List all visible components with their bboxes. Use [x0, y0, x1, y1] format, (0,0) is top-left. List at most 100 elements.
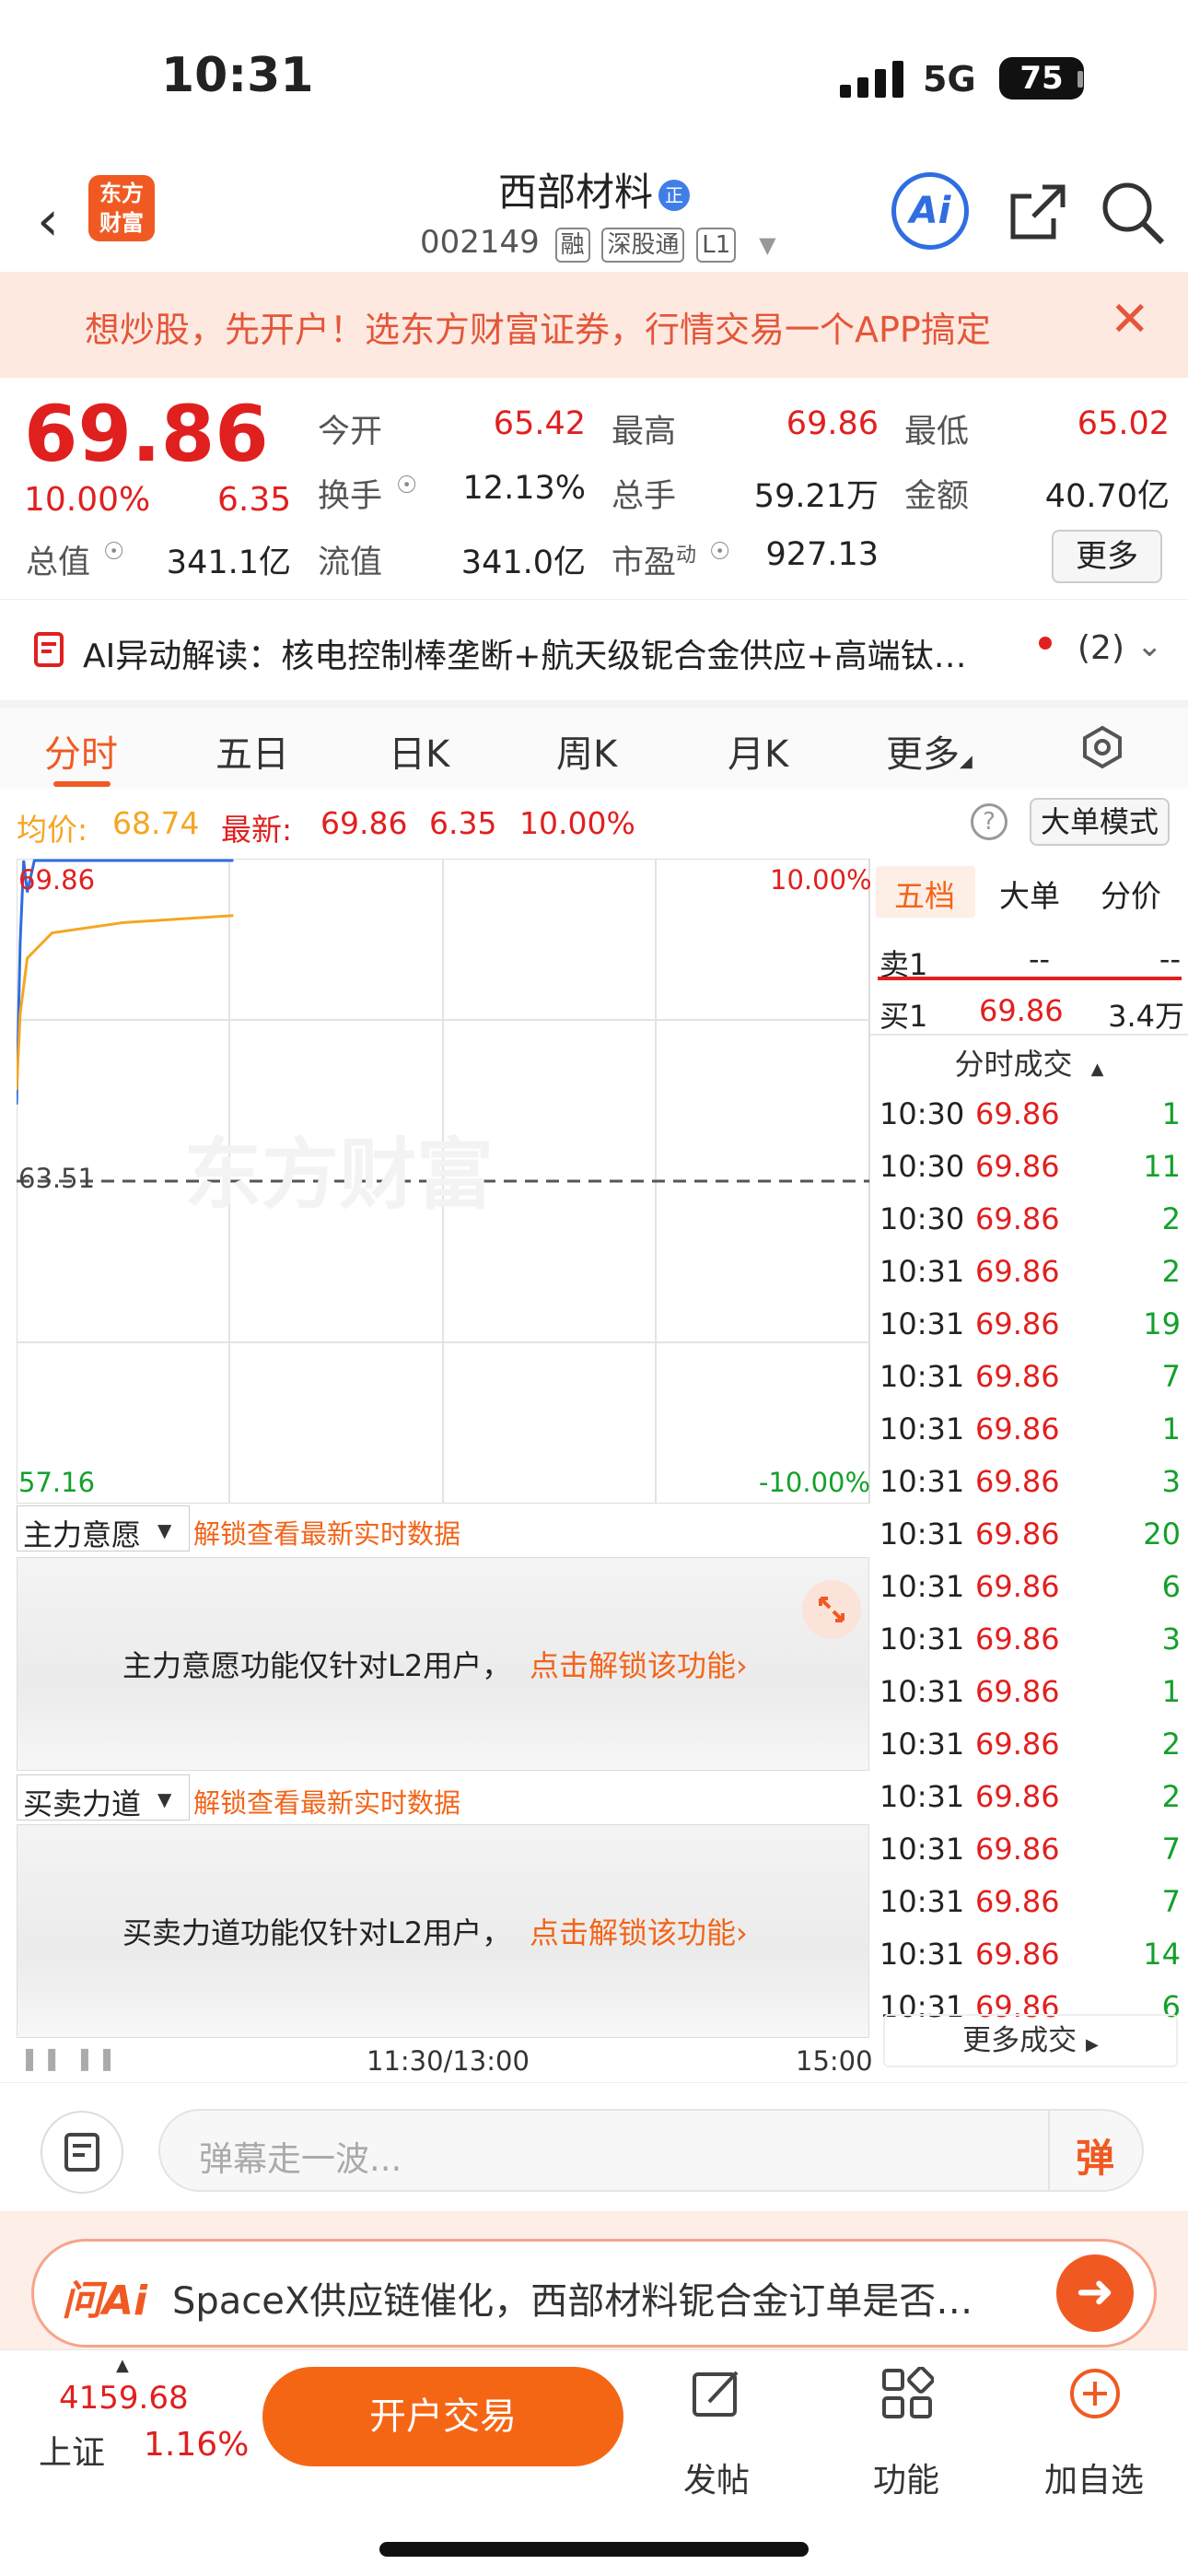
expand-icon[interactable]	[802, 1580, 861, 1639]
x-end-label: 15:00	[796, 2045, 873, 2077]
info-icon[interactable]: ☉	[709, 538, 730, 566]
tick-time: 10:31	[879, 1622, 965, 1657]
more-ticks-button[interactable]: 更多成交 ▶	[883, 2014, 1178, 2067]
tab-big-orders[interactable]: 大单	[999, 872, 1060, 916]
buy-1-price: 69.86	[979, 993, 1064, 1028]
unlock-link[interactable]: 解锁查看最新实时数据	[193, 1513, 460, 1551]
tick-time: 10:31	[879, 1306, 965, 1341]
y-mid-label: 63.51	[18, 1163, 96, 1194]
ai-insight-text: AI异动解读：核电控制棒垄断+航天级铌合金供应+高端钛…	[83, 638, 967, 675]
tab-price-distribution[interactable]: 分价	[1101, 872, 1161, 916]
stock-header: ‹ 东方 财富 西部材料正 002149 融 深股通 L1 ▼ Ai	[0, 161, 1188, 272]
bottom-bar: ▲ 4159.68 上证 1.16% 开户交易 发帖 功能 加自选	[0, 2349, 1188, 2576]
volume-label: 总手	[611, 478, 677, 515]
tab-more[interactable]: 更多◢	[886, 724, 973, 778]
unlock-link[interactable]: 解锁查看最新实时数据	[193, 1782, 460, 1821]
arrow-right-icon[interactable]: ➜	[1056, 2254, 1134, 2332]
turnover-value: 12.13%	[462, 470, 586, 507]
ai-insight-count: (2)	[1077, 629, 1124, 667]
more-button[interactable]: 更多	[1052, 530, 1162, 583]
tab-weekly-k[interactable]: 周K	[556, 724, 617, 778]
tick-row: 10:31 69.86 3	[870, 1612, 1188, 1665]
stock-subline[interactable]: 002149 融 深股通 L1 ▼	[420, 224, 776, 263]
x-mid-label: 11:30/13:00	[367, 2045, 530, 2077]
tab-intraday[interactable]: 分时	[44, 724, 118, 778]
index-ticker[interactable]: 4159.68 上证 1.16%	[0, 2369, 249, 2479]
tick-row: 10:31 69.86 2	[870, 1770, 1188, 1822]
big-order-mode-button[interactable]: 大单模式	[1030, 798, 1170, 846]
promo-banner[interactable]: 想炒股，先开户！选东方财富证券，行情交易一个APP搞定 ✕	[0, 272, 1188, 378]
unlock-cta[interactable]: 点击解锁该功能›	[530, 1910, 748, 1952]
pause-icon[interactable]: ❚❚ ❚❚	[20, 2045, 120, 2071]
ask-ai-bar: 问Ai SpaceX供应链催化，西部材料铌合金订单是否… ➜	[0, 2211, 1188, 2349]
close-icon[interactable]: ✕	[1110, 292, 1150, 347]
home-indicator[interactable]	[379, 2542, 809, 2557]
buy-sell-panel: 买卖力道 ▼ 解锁查看最新实时数据 买卖力道功能仅针对L2用户， 点击解锁该功能…	[17, 1771, 870, 2038]
tick-volume: 6	[1161, 1569, 1181, 1604]
comment-bar: 弹幕走一波... 弹	[0, 2082, 1188, 2211]
tab-monthly-k[interactable]: 月K	[728, 724, 788, 778]
tick-row: 10:31 69.86 7	[870, 1822, 1188, 1875]
tick-volume: 2	[1161, 1779, 1181, 1814]
tick-row: 10:30 69.86 2	[870, 1192, 1188, 1245]
function-button[interactable]: 功能	[851, 2359, 961, 2500]
help-icon[interactable]: ?	[971, 803, 1007, 840]
tick-price: 69.86	[975, 1149, 1060, 1184]
ticks-header[interactable]: 分时成交 ▲	[870, 1034, 1188, 1083]
notes-icon[interactable]	[41, 2111, 123, 2194]
ai-insight-row[interactable]: AI异动解读：核电控制棒垄断+航天级铌合金供应+高端钛… (2) ⌄	[0, 599, 1188, 700]
tick-price: 69.86	[975, 1674, 1060, 1709]
info-icon[interactable]: ☉	[103, 538, 124, 566]
network-label: 5G	[923, 59, 976, 100]
amount-label: 金额	[904, 478, 970, 515]
tick-volume: 14	[1143, 1937, 1181, 1972]
tag-connect: 深股通	[601, 228, 685, 263]
intraday-chart[interactable]: 东方财富 69.86 10.00% 63.51 57.16 -10.00%	[17, 859, 872, 1504]
danmu-input[interactable]: 弹幕走一波... 弹	[158, 2109, 1144, 2192]
add-watchlist-button[interactable]: 加自选	[1039, 2359, 1149, 2500]
gear-icon[interactable]	[1079, 724, 1125, 770]
open-label: 今开	[318, 414, 383, 451]
share-icon[interactable]	[1006, 180, 1070, 244]
open-account-trade-button[interactable]: 开户交易	[262, 2367, 623, 2466]
latest-value: 69.86	[320, 805, 408, 841]
danmu-send-button[interactable]: 弹	[1076, 2127, 1114, 2184]
tab-daily-k[interactable]: 日K	[389, 724, 449, 778]
unlock-cta[interactable]: 点击解锁该功能›	[530, 1643, 748, 1685]
status-bar: 10:31 5G 75	[0, 0, 1188, 161]
low-label: 最低	[904, 414, 970, 451]
function-label: 功能	[872, 2462, 939, 2500]
grid-icon	[882, 2367, 934, 2418]
search-icon[interactable]	[1098, 178, 1168, 248]
info-icon[interactable]: ☉	[396, 472, 417, 499]
indicator-select-main-force[interactable]: 主力意愿 ▼	[17, 1505, 190, 1552]
caret-down-icon: ▼	[157, 1519, 172, 1541]
tick-volume: 2	[1161, 1254, 1181, 1289]
tab-five-day[interactable]: 五日	[215, 724, 289, 778]
tick-price: 69.86	[975, 1832, 1060, 1867]
spread-divider	[878, 977, 1182, 980]
battery-icon: 75	[999, 57, 1084, 100]
document-icon	[34, 632, 64, 667]
tick-row: 10:30 69.86 11	[870, 1140, 1188, 1192]
tick-time: 10:31	[879, 1516, 965, 1551]
ask-ai-box[interactable]: 问Ai SpaceX供应链催化，西部材料铌合金订单是否… ➜	[31, 2239, 1157, 2348]
post-button[interactable]: 发帖	[661, 2359, 772, 2500]
index-pct: 1.16%	[144, 2426, 250, 2464]
tick-price: 69.86	[975, 1622, 1060, 1657]
ai-button[interactable]: Ai	[891, 172, 969, 250]
locked-area[interactable]: 主力意愿功能仅针对L2用户， 点击解锁该功能›	[17, 1557, 869, 1771]
unread-dot	[1039, 637, 1052, 650]
latest-change: 6.35	[429, 805, 497, 841]
tab-five-levels[interactable]: 五档	[894, 872, 955, 916]
tick-row: 10:31 69.86 7	[870, 1875, 1188, 1927]
amount-value: 40.70亿	[1044, 478, 1170, 515]
chevron-down-icon[interactable]: ⌄	[1136, 627, 1163, 664]
plus-circle-icon	[1070, 2369, 1120, 2418]
tick-time: 10:30	[879, 1096, 965, 1131]
pe-sup: 动	[676, 544, 697, 568]
mcap-value: 341.1亿	[166, 544, 291, 581]
y-bottom-label: 57.16	[18, 1467, 96, 1498]
indicator-select-buy-sell[interactable]: 买卖力道 ▼	[17, 1774, 190, 1821]
locked-area[interactable]: 买卖力道功能仅针对L2用户， 点击解锁该功能›	[17, 1824, 869, 2038]
